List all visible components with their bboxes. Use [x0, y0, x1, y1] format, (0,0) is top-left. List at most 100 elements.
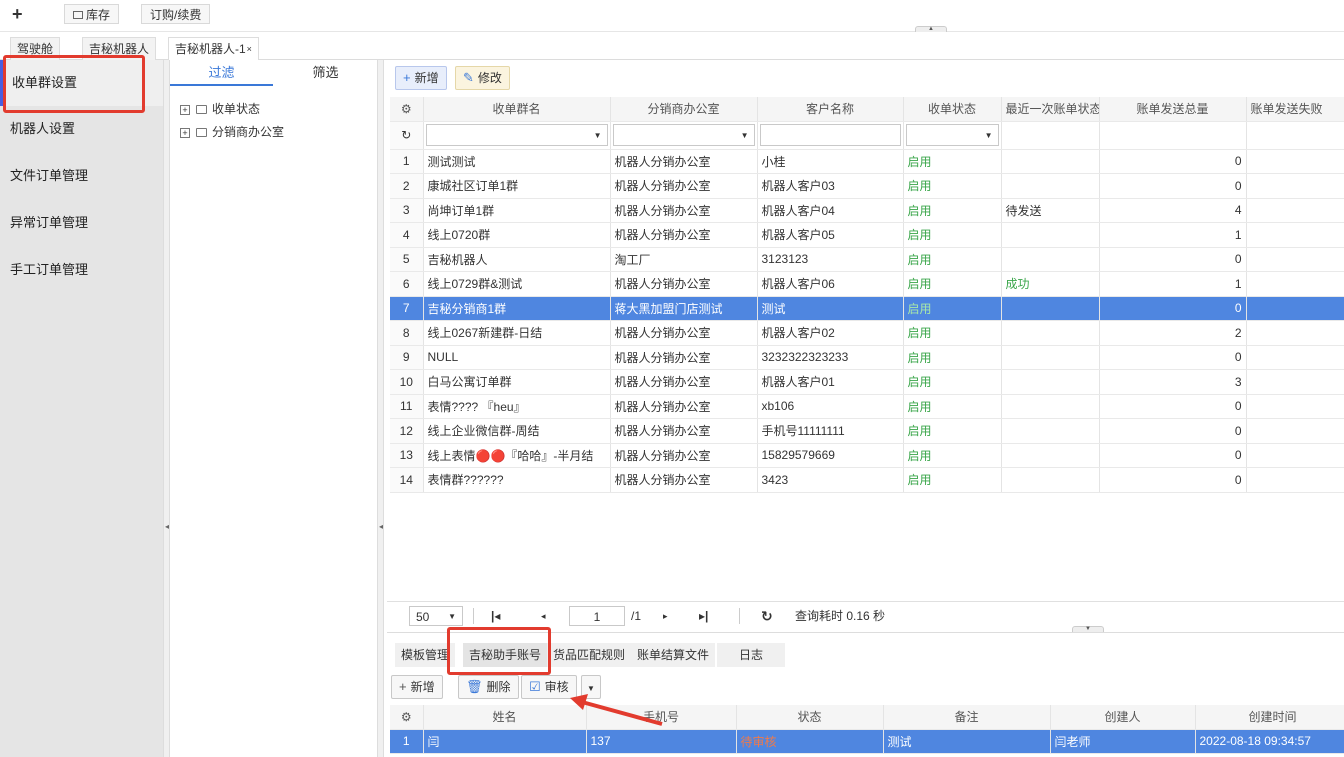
highlight-box	[3, 55, 145, 113]
settings-icon[interactable]: ⚙	[390, 97, 424, 122]
sidebar-item-abnormal-orders[interactable]: 异常订单管理	[0, 200, 163, 246]
edit-button[interactable]: ✎ 修改	[455, 66, 510, 90]
add-icon[interactable]: +	[12, 4, 23, 25]
table-row[interactable]: 2 康城社区订单1群 机器人分销办公室 机器人客户03 启用 0	[390, 173, 1344, 199]
cell-office: 机器人分销办公室	[610, 173, 758, 199]
tree-node-distributor-office[interactable]: + 分销商办公室	[180, 123, 284, 140]
expand-icon[interactable]: +	[180, 128, 190, 138]
table-row[interactable]: 8 线上0267新建群-日结 机器人分销办公室 机器人客户02 启用 2	[390, 320, 1344, 346]
cell-office: 机器人分销办公室	[610, 198, 758, 223]
cell-group-name: 测试测试	[423, 149, 611, 174]
cell-last-bill-status: 成功	[1001, 271, 1100, 297]
column-header[interactable]: 收单状态	[903, 97, 1002, 122]
subscription-button[interactable]: 订购/续费	[141, 4, 211, 24]
tab-goods-matching-rules[interactable]: 货品匹配规则	[547, 643, 632, 667]
tab-label: 驾驶舱	[17, 42, 54, 56]
reload-icon[interactable]: ↻	[761, 606, 773, 626]
table-row[interactable]: 1 测试测试 机器人分销办公室 小桂 启用 0	[390, 149, 1344, 174]
next-page-icon[interactable]: ▸	[663, 606, 668, 626]
sidebar-item-file-orders[interactable]: 文件订单管理	[0, 153, 163, 199]
trash-icon: 🗑	[466, 679, 483, 694]
cell-bill-failed	[1246, 149, 1344, 174]
add-account-button[interactable]: + 新增	[391, 675, 443, 699]
page-input[interactable]: 1	[569, 606, 625, 626]
cell-bill-failed	[1246, 418, 1344, 444]
filter-office-select[interactable]: ▼	[612, 124, 755, 146]
tab-screen[interactable]: 筛选	[274, 60, 377, 86]
collapse-top-handle[interactable]: ▲	[915, 26, 947, 32]
tab-template-management[interactable]: 模板管理	[395, 643, 456, 667]
cell-office: 机器人分销办公室	[610, 271, 758, 297]
table-row[interactable]: 13 线上表情🔴🔴『哈哈』-半月结 机器人分销办公室 15829579669 启用 0	[390, 443, 1344, 468]
delete-button[interactable]: 🗑 删除	[458, 675, 519, 699]
column-header[interactable]: 备注	[883, 705, 1051, 730]
add-button[interactable]: + 新增	[395, 66, 447, 90]
main-panel: + 新增 ✎ 修改 ⚙ 收单群名 分销商办公室 客户名称 收单状态 最近一次账单状态…	[387, 60, 1344, 628]
column-header[interactable]: 最近一次账单状态	[1001, 97, 1100, 122]
cell-status: 启用	[903, 369, 1002, 395]
tab-log[interactable]: 日志	[717, 643, 785, 667]
collapse-left-icon[interactable]: ◂	[165, 522, 169, 531]
tab-jimi-robot-1[interactable]: 吉秘机器人-1×	[168, 37, 259, 61]
tab-bill-settlement-files[interactable]: 账单结算文件	[631, 643, 716, 667]
delete-label: 删除	[486, 680, 511, 694]
filter-name-select[interactable]: ▼	[425, 124, 608, 146]
cell-status: 待审核	[736, 729, 884, 754]
table-row[interactable]: 14 表情群?????? 机器人分销办公室 3423 启用 0	[390, 467, 1344, 493]
refresh-icon[interactable]: ↻	[390, 121, 424, 150]
table-row[interactable]: 10 白马公寓订单群 机器人分销办公室 机器人客户01 启用 3	[390, 369, 1344, 395]
table-row[interactable]: 11 表情???? 『heu』 机器人分销办公室 xb106 启用 0	[390, 394, 1344, 419]
table-row[interactable]: 9 NULL 机器人分销办公室 3232322323233 启用 0	[390, 345, 1344, 370]
prev-page-icon[interactable]: ◂	[541, 606, 546, 626]
cell-bill-failed	[1246, 394, 1344, 419]
cell-bill-total: 0	[1099, 296, 1247, 321]
cell-last-bill-status	[1001, 173, 1100, 199]
cell-customer: 15829579669	[757, 443, 904, 468]
cell-status: 启用	[903, 198, 1002, 223]
table-row[interactable]: 4 线上0720群 机器人分销办公室 机器人客户05 启用 1	[390, 222, 1344, 248]
filter-customer-cell	[757, 121, 904, 150]
column-header[interactable]: 状态	[736, 705, 884, 730]
table-row[interactable]: 12 线上企业微信群-周结 机器人分销办公室 手机号11111111 启用 0	[390, 418, 1344, 444]
settings-icon[interactable]: ⚙	[390, 705, 424, 730]
cell-office: 机器人分销办公室	[610, 345, 758, 370]
column-header[interactable]: 创建时间	[1195, 705, 1344, 730]
filter-splitter[interactable]: ◂	[377, 60, 384, 757]
table-row[interactable]: 3 尚坤订单1群 机器人分销办公室 机器人客户04 启用 待发送 4	[390, 198, 1344, 223]
column-header[interactable]: 账单发送总量	[1099, 97, 1247, 122]
column-header[interactable]: 账单发送失败	[1246, 97, 1344, 122]
column-header[interactable]: 创建人	[1050, 705, 1196, 730]
column-header[interactable]: 分销商办公室	[610, 97, 758, 122]
column-header[interactable]: 收单群名	[423, 97, 611, 122]
inventory-button[interactable]: 库存	[64, 4, 120, 24]
expand-icon[interactable]: +	[180, 105, 190, 115]
table-row[interactable]: 6 线上0729群&测试 机器人分销办公室 机器人客户06 启用 成功 1	[390, 271, 1344, 297]
page-size-select[interactable]: 50 ▼	[409, 606, 463, 626]
tab-filter[interactable]: 过滤	[170, 60, 273, 86]
table-row[interactable]: 7 吉秘分销商1群 蒋大黑加盟门店测试 测试 启用 0	[390, 296, 1344, 321]
cell-group-name: 康城社区订单1群	[423, 173, 611, 199]
row-number: 11	[390, 394, 424, 419]
page-size-value: 50	[416, 610, 430, 624]
tab-label: 过滤	[208, 65, 235, 80]
tree-node-collection-status[interactable]: + 收单状态	[180, 100, 260, 117]
column-header[interactable]: 客户名称	[757, 97, 904, 122]
row-number: 1	[390, 149, 424, 174]
filter-empty-cell	[1099, 121, 1247, 150]
table-row[interactable]: 1 闫 137 待审核 测试 闫老师 2022-08-18 09:34:57	[390, 729, 1344, 754]
sidebar-splitter[interactable]: ◂	[163, 60, 170, 757]
close-icon[interactable]: ×	[247, 44, 252, 54]
collapse-filter-icon[interactable]: ◂	[379, 522, 383, 531]
row-number: 2	[390, 173, 424, 199]
tab-label: 账单结算文件	[637, 648, 710, 662]
last-page-icon[interactable]: ▸|	[699, 606, 708, 626]
cell-bill-failed	[1246, 222, 1344, 248]
filter-status-select[interactable]: ▼	[905, 124, 999, 146]
first-page-icon[interactable]: |◂	[491, 606, 500, 626]
filter-customer-input[interactable]	[759, 124, 901, 146]
cell-group-name: 白马公寓订单群	[423, 369, 611, 395]
sidebar-item-manual-orders[interactable]: 手工订单管理	[0, 247, 163, 293]
row-number: 10	[390, 369, 424, 395]
column-header[interactable]: 姓名	[423, 705, 587, 730]
table-row[interactable]: 5 吉秘机器人 淘工厂 3123123 启用 0	[390, 247, 1344, 272]
